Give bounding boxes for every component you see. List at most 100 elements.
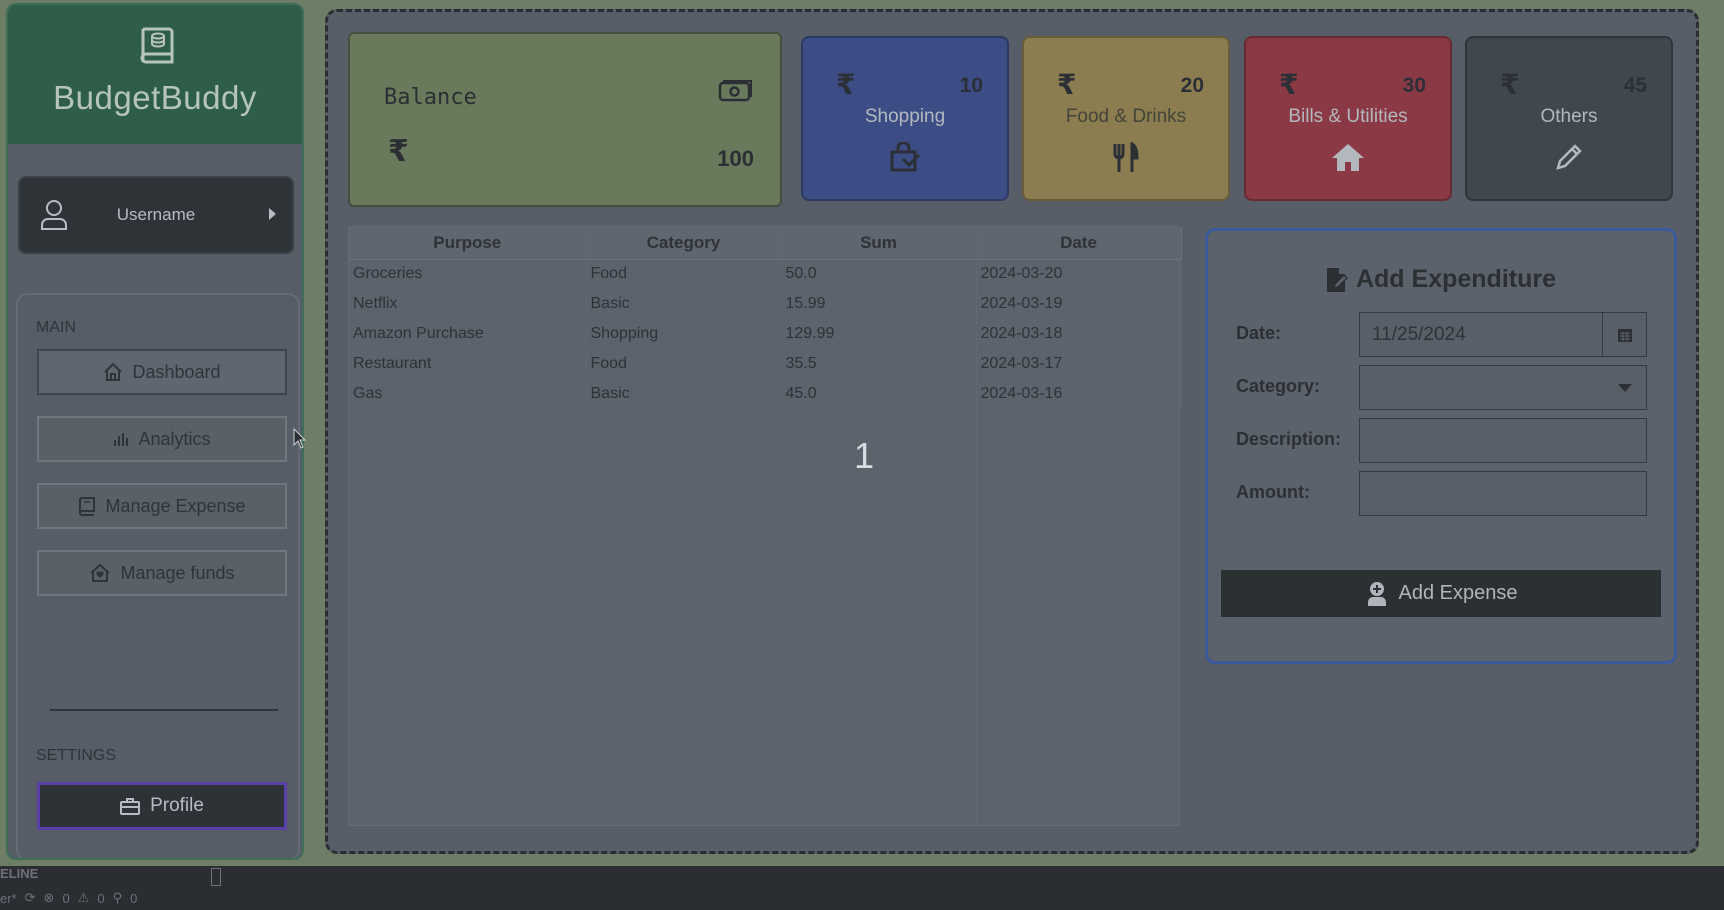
table-row[interactable]: Groceries Food 50.0 2024-03-20 [349, 259, 1182, 289]
page-indicator: 1 [854, 435, 875, 476]
cell-date: 2024-03-19 [976, 289, 1182, 319]
table-row[interactable]: Restaurant Food 35.5 2024-03-17 [349, 349, 1182, 379]
settings-section-label: SETTINGS [36, 747, 117, 764]
date-field[interactable]: 11/25/2024 [1359, 312, 1647, 357]
menu-panel: MAIN Dashboard Analytics Manage Expense … [16, 293, 300, 858]
caret-right-icon [269, 208, 276, 220]
category-card-bills-utilities[interactable]: ₹ 30 Bills & Utilities [1244, 36, 1452, 201]
sidebar-item-label: Manage funds [120, 562, 235, 583]
status-caret [211, 868, 221, 886]
category-card-food-drinks[interactable]: ₹ 20 Food & Drinks [1022, 36, 1230, 201]
category-currency: ₹ [1057, 68, 1077, 101]
cash-icon [718, 80, 752, 102]
category-currency: ₹ [836, 68, 856, 101]
main-section-label: MAIN [36, 319, 76, 336]
category-label: Category: [1236, 376, 1321, 396]
ports-count[interactable]: 0 [130, 891, 137, 906]
category-count: 20 [1180, 74, 1204, 97]
cell-purpose: Netflix [349, 289, 587, 319]
category-card-others[interactable]: ₹ 45 Others [1465, 36, 1673, 201]
app-name: BudgetBuddy [53, 79, 257, 116]
add-expense-button[interactable]: Add Expense [1221, 570, 1661, 617]
cell-purpose: Gas [349, 379, 587, 409]
expense-table: Purpose Category Sum Date Groceries Food… [348, 226, 1182, 826]
category-label: Others [1540, 106, 1598, 127]
description-field[interactable] [1359, 418, 1647, 463]
add-expense-label: Add Expense [1398, 582, 1518, 604]
date-label: Date: [1236, 323, 1282, 343]
bar-chart-icon [114, 433, 129, 446]
warning-icon: ⚠ [77, 890, 90, 905]
cell-category: Food [586, 259, 782, 289]
column-header-sum[interactable]: Sum [781, 227, 977, 260]
app-window: BudgetBuddy Username MAIN Dashboard Anal… [0, 0, 1724, 866]
form-title: Add Expenditure [1208, 265, 1674, 294]
balance-amount: 100 [717, 146, 754, 171]
category-label: Bills & Utilities [1288, 106, 1408, 127]
cell-category: Basic [586, 379, 782, 409]
category-label: Shopping [864, 106, 946, 127]
book-icon [79, 497, 96, 516]
category-count: 10 [959, 74, 983, 97]
status-items: er* ⟳ ⊗ 0 ⚠ 0 ⚲ 0 [0, 890, 137, 906]
warning-count[interactable]: 0 [97, 891, 104, 906]
sidebar-item-manage-funds[interactable]: Manage funds [37, 550, 287, 596]
cell-sum: 45.0 [781, 379, 977, 409]
home-icon [104, 362, 123, 381]
status-bar: ELINE er* ⟳ ⊗ 0 ⚠ 0 ⚲ 0 [0, 866, 1724, 910]
main-content: Balance ₹ 100 ₹ 10 Shopping ₹ 20 Food & … [325, 9, 1699, 854]
category-card-shopping[interactable]: ₹ 10 Shopping [801, 36, 1009, 201]
sync-icon[interactable]: ⟳ [25, 890, 36, 906]
shopping-bag-icon [890, 142, 921, 172]
category-select[interactable] [1359, 365, 1647, 410]
fork-knife-icon [1113, 142, 1139, 172]
form-title-text: Add Expenditure [1355, 265, 1556, 293]
category-currency: ₹ [1279, 68, 1299, 101]
cell-sum: 50.0 [781, 259, 977, 289]
cell-sum: 15.99 [781, 289, 977, 319]
error-icon: ⊗ [43, 890, 55, 905]
profile-button[interactable]: Profile [37, 782, 287, 830]
username-label: Username [116, 205, 196, 224]
cell-date: 2024-03-20 [976, 259, 1182, 289]
ports-icon: ⚲ [112, 890, 123, 905]
category-currency: ₹ [1500, 68, 1520, 101]
cell-date: 2024-03-18 [976, 319, 1182, 349]
sidebar-item-analytics[interactable]: Analytics [37, 416, 287, 462]
date-value: 11/25/2024 [1372, 323, 1466, 345]
category-count: 30 [1402, 74, 1426, 97]
sidebar-item-label: Dashboard [132, 361, 221, 382]
chevron-down-icon [1618, 384, 1632, 392]
sidebar-item-label: Manage Expense [105, 495, 246, 516]
cell-purpose: Amazon Purchase [349, 319, 587, 349]
column-header-purpose[interactable]: Purpose [349, 227, 587, 260]
calendar-button[interactable] [1602, 313, 1646, 356]
column-header-date[interactable]: Date [976, 227, 1182, 260]
amount-field[interactable] [1359, 471, 1647, 516]
cell-category: Basic [586, 289, 782, 319]
status-timeline-label: ELINE [0, 866, 39, 881]
branch-name[interactable]: er* [0, 891, 17, 906]
table-row[interactable]: Gas Basic 45.0 2024-03-16 [349, 379, 1182, 409]
error-count[interactable]: 0 [62, 891, 69, 906]
cell-purpose: Groceries [349, 259, 587, 289]
cell-category: Food [586, 349, 782, 379]
description-label: Description: [1236, 429, 1342, 449]
sidebar-item-label: Analytics [138, 428, 211, 449]
balance-title: Balance [384, 85, 477, 110]
sidebar-item-dashboard[interactable]: Dashboard [37, 349, 287, 395]
cell-sum: 35.5 [781, 349, 977, 379]
sidebar-item-manage-expense[interactable]: Manage Expense [37, 483, 287, 529]
cell-category: Shopping [586, 319, 782, 349]
user-card[interactable]: Username [18, 176, 294, 254]
add-expenditure-form: Add Expenditure Date: 11/25/2024 Categor… [1205, 228, 1677, 664]
balance-currency: ₹ [388, 134, 409, 169]
table-header-row: Purpose Category Sum Date [349, 227, 1182, 260]
table-row[interactable]: Netflix Basic 15.99 2024-03-19 [349, 289, 1182, 319]
balance-card: Balance ₹ 100 [348, 32, 782, 207]
house-heart-icon [90, 563, 111, 582]
table-row[interactable]: Amazon Purchase Shopping 129.99 2024-03-… [349, 319, 1182, 349]
category-count: 45 [1623, 74, 1647, 97]
category-label: Food & Drinks [1065, 106, 1187, 127]
column-header-category[interactable]: Category [586, 227, 782, 260]
